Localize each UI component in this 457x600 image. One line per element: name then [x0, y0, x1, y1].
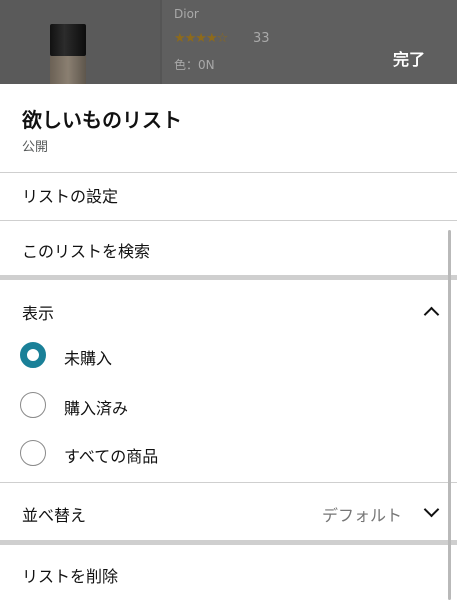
section-divider — [0, 275, 457, 280]
sort-value[interactable]: デフォルト — [322, 502, 402, 526]
radio-label-all-items[interactable]: すべての商品 — [64, 443, 158, 467]
chevron-down-icon[interactable] — [423, 501, 440, 518]
background-product-card: Dior ★★★★☆ 33 色：0N 完了 — [0, 0, 457, 84]
list-title: 欲しいものリスト — [22, 108, 182, 132]
divider — [0, 172, 457, 173]
image-divider — [160, 0, 162, 84]
radio-unpurchased[interactable] — [20, 342, 46, 368]
chevron-up-icon[interactable] — [423, 306, 440, 323]
done-button[interactable]: 完了 — [393, 46, 425, 70]
radio-label-purchased[interactable]: 購入済み — [64, 395, 128, 419]
list-settings-item[interactable]: リストの設定 — [22, 183, 118, 207]
divider — [0, 220, 457, 221]
radio-all-items[interactable] — [20, 440, 46, 466]
scrollbar[interactable] — [448, 230, 451, 600]
display-section-header[interactable]: 表示 — [22, 300, 54, 324]
list-options-sheet: 欲しいものリスト 公開 リストの設定 このリストを検索 表示 未購入 購入済み … — [0, 84, 457, 600]
radio-purchased[interactable] — [20, 392, 46, 418]
sort-label[interactable]: 並べ替え — [22, 502, 86, 526]
star-rating-icon: ★★★★☆ — [174, 31, 228, 46]
rating-count: 33 — [253, 31, 270, 46]
search-list-item[interactable]: このリストを検索 — [22, 238, 150, 262]
delete-list-item[interactable]: リストを削除 — [22, 563, 118, 587]
section-divider — [0, 540, 457, 545]
product-variant: 色：0N — [174, 58, 215, 72]
list-visibility: 公開 — [22, 140, 49, 155]
radio-label-unpurchased[interactable]: 未購入 — [64, 345, 112, 369]
divider — [0, 482, 457, 483]
product-image — [0, 0, 160, 84]
product-brand: Dior — [174, 7, 199, 21]
foundation-bottle-image — [48, 18, 88, 84]
